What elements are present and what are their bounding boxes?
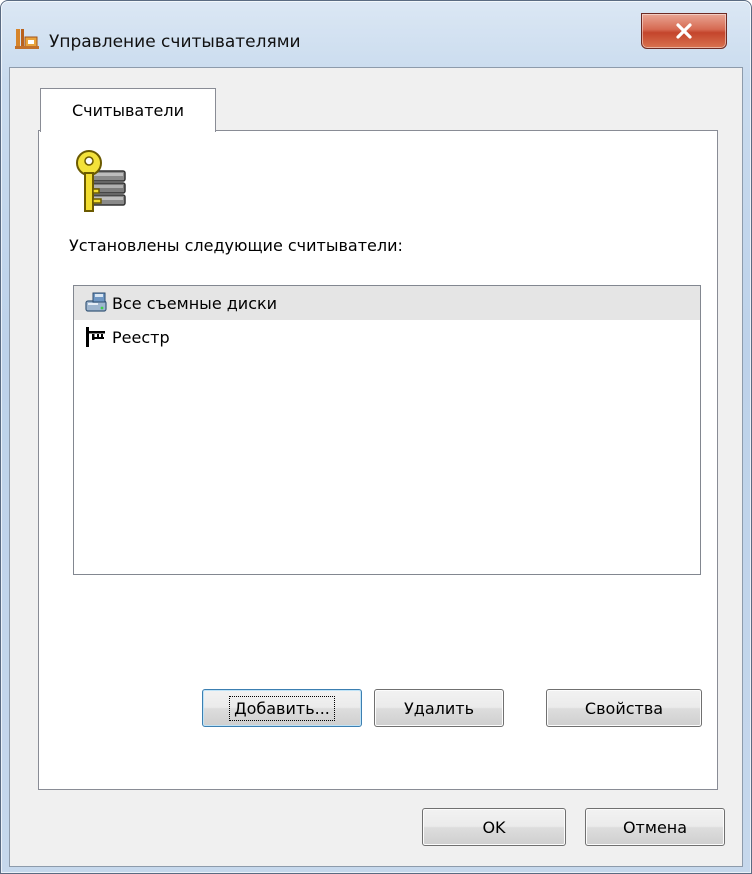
tab-readers[interactable]: Считыватели: [40, 88, 216, 132]
cancel-button[interactable]: Отмена: [585, 808, 725, 846]
add-button[interactable]: Добавить...: [202, 689, 362, 727]
remove-button-label: Удалить: [404, 698, 474, 718]
reader-label: Все съемные диски: [112, 293, 278, 313]
removable-disk-icon: [85, 292, 107, 312]
readers-tab-panel: Установлены следующие считыватели: Все с…: [38, 130, 718, 790]
close-button[interactable]: [641, 13, 727, 49]
properties-button-label: Свойства: [584, 698, 664, 718]
close-x-icon: [676, 23, 692, 39]
dialog-client-area: Считыватели Установлены следующие считыв…: [9, 67, 743, 867]
app-icon: [15, 29, 39, 49]
add-button-label: Добавить...: [229, 695, 335, 721]
dialog-window: Управление считывателями Считыватели Уст…: [0, 0, 752, 874]
cancel-button-label: Отмена: [622, 817, 688, 837]
tab-label: Считыватели: [72, 101, 184, 120]
ok-button[interactable]: OK: [422, 808, 566, 846]
title-bar[interactable]: Управление считывателями: [1, 1, 751, 59]
ok-button-label: OK: [482, 817, 506, 837]
remove-button[interactable]: Удалить: [374, 689, 504, 727]
reader-item-registry[interactable]: Реестр: [74, 320, 700, 354]
properties-button[interactable]: Свойства: [546, 689, 702, 727]
readers-listbox[interactable]: Все съемные диски Реестр: [73, 285, 701, 575]
reader-item-removable-disks[interactable]: Все съемные диски: [74, 286, 700, 320]
key-server-icon: [76, 150, 126, 212]
reader-label: Реестр: [112, 327, 170, 347]
registry-icon: [86, 327, 105, 347]
installed-readers-label: Установлены следующие считыватели:: [69, 236, 403, 255]
window-title: Управление считывателями: [49, 32, 301, 52]
